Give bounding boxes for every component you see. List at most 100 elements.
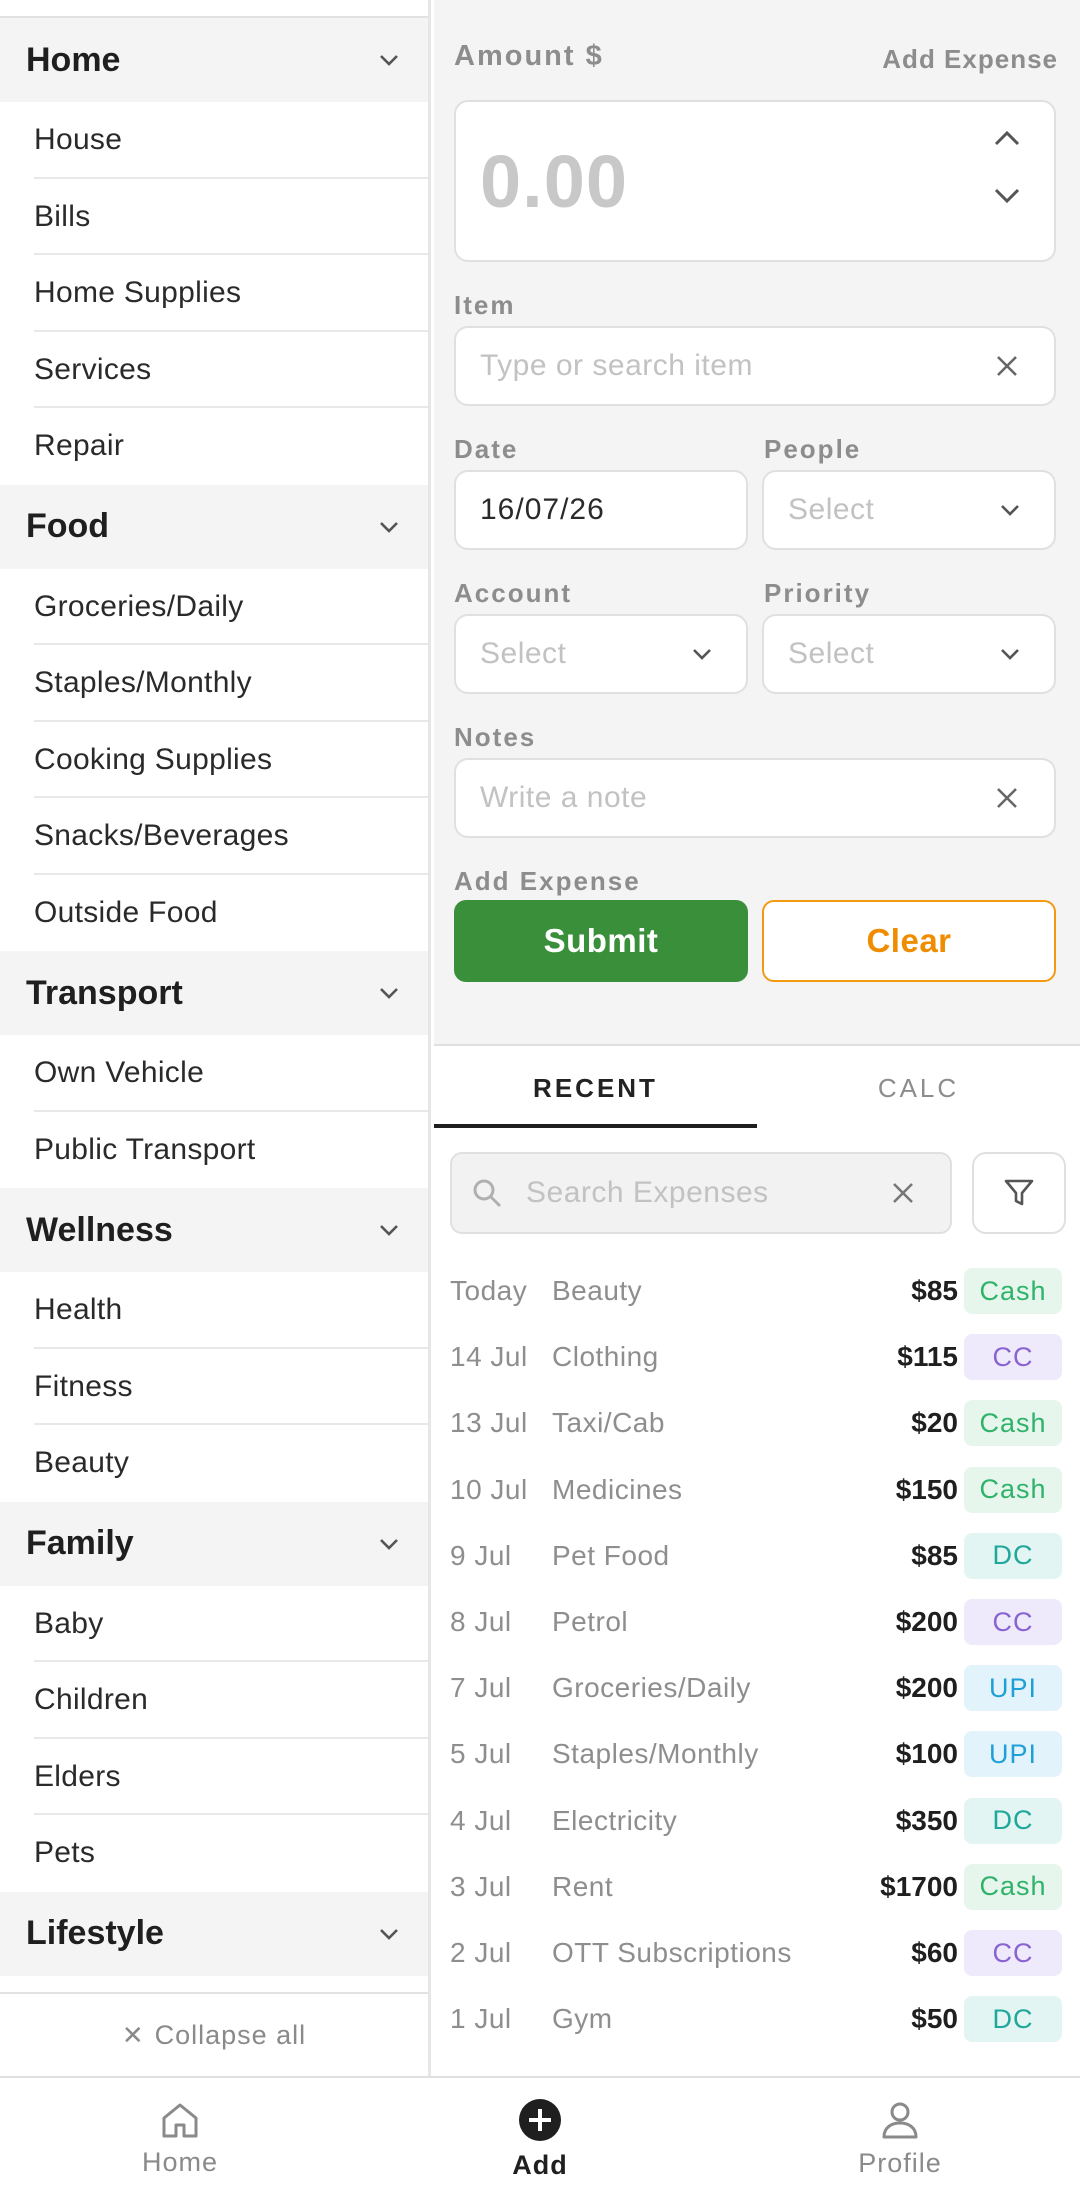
clear-notes-icon[interactable] <box>996 787 1018 809</box>
sidebar-item-outside-food[interactable]: Outside Food <box>0 874 428 951</box>
expense-item: Electricity <box>552 1804 678 1836</box>
sidebar-item-baby[interactable]: Baby <box>0 1585 428 1662</box>
payment-method-badge: DC <box>964 1532 1062 1579</box>
sidebar-item-cooking-supplies[interactable]: Cooking Supplies <box>0 721 428 798</box>
expense-date: 9 Jul <box>450 1539 512 1571</box>
payment-method-badge: DC <box>964 1797 1062 1844</box>
sidebar-item-groceries-daily[interactable]: Groceries/Daily <box>0 568 428 645</box>
expense-row[interactable]: 8 Jul Petrol $200 CC <box>450 1589 1080 1655</box>
tab-recent[interactable]: RECENT <box>434 1048 757 1128</box>
category-header-lifestyle[interactable]: Lifestyle <box>0 1891 428 1976</box>
tab-calc[interactable]: CALC <box>757 1048 1080 1128</box>
category-header-transport[interactable]: Transport <box>0 951 428 1035</box>
nav-add[interactable]: Add <box>360 2078 720 2200</box>
notes-label: Notes <box>454 722 537 752</box>
category-title: Lifestyle <box>26 1914 164 1952</box>
notes-input[interactable]: Write a note <box>454 758 1056 838</box>
payment-method-badge: Cash <box>964 1268 1062 1314</box>
expense-item: Beauty <box>552 1275 643 1306</box>
sidebar-item-bills[interactable]: Bills <box>0 178 428 255</box>
search-placeholder: Search Expenses <box>526 1176 769 1209</box>
clear-search-icon[interactable] <box>892 1182 914 1204</box>
sidebar-item-fitness[interactable]: Fitness <box>0 1348 428 1425</box>
amount-input[interactable]: 0.00 <box>454 100 1056 262</box>
submit-button[interactable]: Submit <box>454 900 748 982</box>
sidebar-item-staples-monthly[interactable]: Staples/Monthly <box>0 645 428 722</box>
sidebar-item-services[interactable]: Services <box>0 331 428 408</box>
people-select[interactable]: Select <box>762 470 1056 550</box>
expense-row[interactable]: 7 Jul Groceries/Daily $200 UPI <box>450 1655 1080 1721</box>
sidebar-item-elders[interactable]: Elders <box>0 1738 428 1815</box>
chevron-down-icon <box>376 514 402 540</box>
expense-row[interactable]: 2 Jul OTT Subscriptions $60 CC <box>450 1920 1080 1986</box>
sidebar-item-public-transport[interactable]: Public Transport <box>0 1111 428 1188</box>
expense-row[interactable]: 14 Jul Clothing $115 CC <box>450 1324 1080 1390</box>
expense-row[interactable]: 13 Jul Taxi/Cab $20 Cash <box>450 1390 1080 1456</box>
category-header-family[interactable]: Family <box>0 1501 428 1586</box>
sidebar-item-home-supplies[interactable]: Home Supplies <box>0 255 428 332</box>
expense-amount: $115 <box>897 1341 958 1373</box>
expense-item: Medicines <box>552 1473 683 1505</box>
collapse-all-label: Collapse all <box>154 2019 307 2050</box>
expense-row[interactable]: 9 Jul Pet Food $85 DC <box>450 1523 1080 1589</box>
date-input[interactable]: 16/07/26 <box>454 470 748 550</box>
chevron-down-icon <box>692 648 712 660</box>
filter-icon <box>1003 1178 1035 1208</box>
expense-amount: $50 <box>911 2003 958 2035</box>
sidebar-item-health[interactable]: Health <box>0 1272 428 1349</box>
expense-item: Clothing <box>552 1341 659 1373</box>
search-expenses-input[interactable]: Search Expenses <box>450 1152 952 1234</box>
sidebar-item-snacks-beverages[interactable]: Snacks/Beverages <box>0 798 428 875</box>
expense-row[interactable]: 3 Jul Rent $1700 Cash <box>450 1854 1080 1920</box>
date-label: Date <box>454 434 519 464</box>
item-placeholder: Type or search item <box>480 349 753 382</box>
priority-label: Priority <box>764 578 872 608</box>
home-icon <box>160 2101 200 2139</box>
collapse-all-button[interactable]: ✕ Collapse all <box>0 1992 428 2076</box>
payment-method-badge: UPI <box>964 1731 1062 1778</box>
clear-button[interactable]: Clear <box>762 900 1056 982</box>
nav-profile[interactable]: Profile <box>720 2078 1080 2200</box>
account-label: Account <box>454 578 572 608</box>
expense-item: OTT Subscriptions <box>552 1937 792 1968</box>
expense-row[interactable]: 5 Jul Staples/Monthly $100 UPI <box>450 1721 1080 1787</box>
chevron-down-icon <box>1000 504 1020 516</box>
expense-amount: $100 <box>895 1738 958 1770</box>
category-header-home[interactable]: Home <box>0 18 428 102</box>
priority-select[interactable]: Select <box>762 614 1056 694</box>
expense-row[interactable]: 4 Jul Electricity $350 DC <box>450 1788 1080 1854</box>
expense-item: Rent <box>552 1870 614 1902</box>
close-icon: ✕ <box>121 2019 145 2050</box>
nav-home[interactable]: Home <box>0 2078 360 2200</box>
expense-amount: $85 <box>911 1539 958 1571</box>
sidebar-item-own-vehicle[interactable]: Own Vehicle <box>0 1035 428 1112</box>
expense-row[interactable]: Today Beauty $85 Cash <box>450 1258 1080 1324</box>
priority-placeholder: Select <box>788 637 875 670</box>
chevron-up-icon[interactable] <box>994 130 1020 146</box>
expense-amount: $85 <box>911 1275 958 1306</box>
expense-row[interactable]: 10 Jul Medicines $150 Cash <box>450 1457 1080 1523</box>
payment-method-badge: CC <box>964 1930 1062 1976</box>
expense-item: Pet Food <box>552 1539 670 1571</box>
expense-date: 13 Jul <box>450 1407 528 1439</box>
chevron-down-icon <box>376 980 402 1006</box>
category-header-wellness[interactable]: Wellness <box>0 1188 428 1272</box>
sidebar-item-beauty[interactable]: Beauty <box>0 1425 428 1502</box>
item-input[interactable]: Type or search item <box>454 326 1056 406</box>
account-select[interactable]: Select <box>454 614 748 694</box>
sidebar-item-pets[interactable]: Pets <box>0 1815 428 1892</box>
clear-item-icon[interactable] <box>996 355 1018 377</box>
payment-method-badge: CC <box>964 1599 1062 1645</box>
expense-item: Gym <box>552 2003 613 2035</box>
chevron-down-icon <box>376 47 402 73</box>
sidebar-item-repair[interactable]: Repair <box>0 408 428 485</box>
expense-date: 3 Jul <box>450 1870 512 1902</box>
sidebar-item-house[interactable]: House <box>0 102 428 179</box>
filter-button[interactable] <box>972 1152 1066 1234</box>
category-header-food[interactable]: Food <box>0 484 428 569</box>
payment-method-badge: Cash <box>964 1863 1062 1910</box>
sidebar-item-children[interactable]: Children <box>0 1662 428 1739</box>
chevron-down-icon[interactable] <box>994 188 1020 204</box>
expense-amount: $200 <box>895 1606 958 1637</box>
expense-row[interactable]: 1 Jul Gym $50 DC <box>450 1986 1080 2052</box>
